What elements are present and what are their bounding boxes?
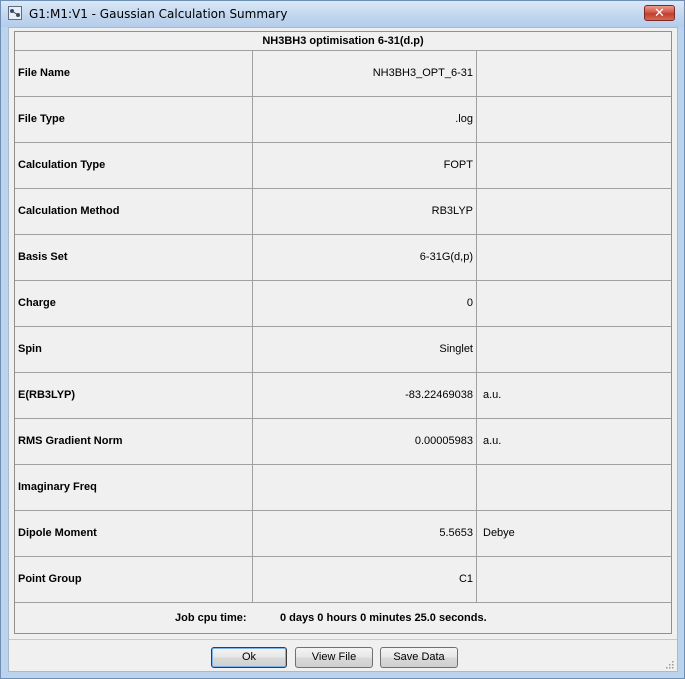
calculation-summary-table: NH3BH3 optimisation 6-31(d.p) File Name … [14,31,672,634]
table-row: Calculation Type FOPT [15,143,671,189]
table-row: File Name NH3BH3_OPT_6-31 [15,51,671,97]
row-label: Dipole Moment [15,511,253,556]
table-row: RMS Gradient Norm 0.00005983 a.u. [15,419,671,465]
row-unit [477,281,671,326]
table-row: Calculation Method RB3LYP [15,189,671,235]
row-label: Calculation Method [15,189,253,234]
row-value: 5.5653 [253,511,477,556]
table-row: E(RB3LYP) -83.22469038 a.u. [15,373,671,419]
resize-grip-icon[interactable] [664,659,674,669]
table-row: Charge 0 [15,281,671,327]
row-unit [477,557,671,602]
row-value: .log [253,97,477,142]
row-unit [477,189,671,234]
save-data-button[interactable]: Save Data [380,647,458,668]
ok-button[interactable]: Ok [211,647,287,668]
table-row: File Type .log [15,97,671,143]
view-file-button[interactable]: View File [295,647,373,668]
row-label: Calculation Type [15,143,253,188]
row-unit [477,465,671,510]
row-label: E(RB3LYP) [15,373,253,418]
row-value: NH3BH3_OPT_6-31 [253,51,477,96]
job-cpu-time-value: 0 days 0 hours 0 minutes 25.0 seconds. [280,612,487,624]
table-row: Spin Singlet [15,327,671,373]
close-icon: ✕ [654,5,665,20]
row-value [253,465,477,510]
row-unit [477,235,671,280]
row-value: -83.22469038 [253,373,477,418]
row-unit [477,51,671,96]
table-row: Dipole Moment 5.5653 Debye [15,511,671,557]
button-bar: Ok View File Save Data [9,639,677,672]
window-title: G1:M1:V1 - Gaussian Calculation Summary [29,7,288,21]
row-label: Spin [15,327,253,372]
summary-heading: NH3BH3 optimisation 6-31(d.p) [15,32,671,51]
row-label: Point Group [15,557,253,602]
row-value: Singlet [253,327,477,372]
row-label: File Name [15,51,253,96]
row-label: RMS Gradient Norm [15,419,253,464]
row-label: File Type [15,97,253,142]
row-unit [477,143,671,188]
row-label: Charge [15,281,253,326]
job-cpu-time-label: Job cpu time: [175,612,247,624]
row-value: FOPT [253,143,477,188]
row-value: RB3LYP [253,189,477,234]
row-label: Basis Set [15,235,253,280]
gaussview-app-icon [8,6,22,20]
table-row: Imaginary Freq [15,465,671,511]
row-value: 6-31G(d,p) [253,235,477,280]
dialog-client-area: NH3BH3 optimisation 6-31(d.p) File Name … [8,27,678,672]
title-bar[interactable]: G1:M1:V1 - Gaussian Calculation Summary … [1,1,684,27]
summary-window: G1:M1:V1 - Gaussian Calculation Summary … [0,0,685,679]
row-label: Imaginary Freq [15,465,253,510]
row-unit: Debye [483,527,515,539]
row-unit [477,97,671,142]
table-row: Basis Set 6-31G(d,p) [15,235,671,281]
row-unit: a.u. [483,435,502,447]
row-value: C1 [253,557,477,602]
close-button[interactable]: ✕ [644,5,675,21]
row-value: 0.00005983 [253,419,477,464]
row-unit: a.u. [483,389,502,401]
row-unit [477,327,671,372]
table-row: Point Group C1 [15,557,671,603]
job-cpu-time-row: Job cpu time: 0 days 0 hours 0 minutes 2… [15,603,671,633]
row-value: 0 [253,281,477,326]
